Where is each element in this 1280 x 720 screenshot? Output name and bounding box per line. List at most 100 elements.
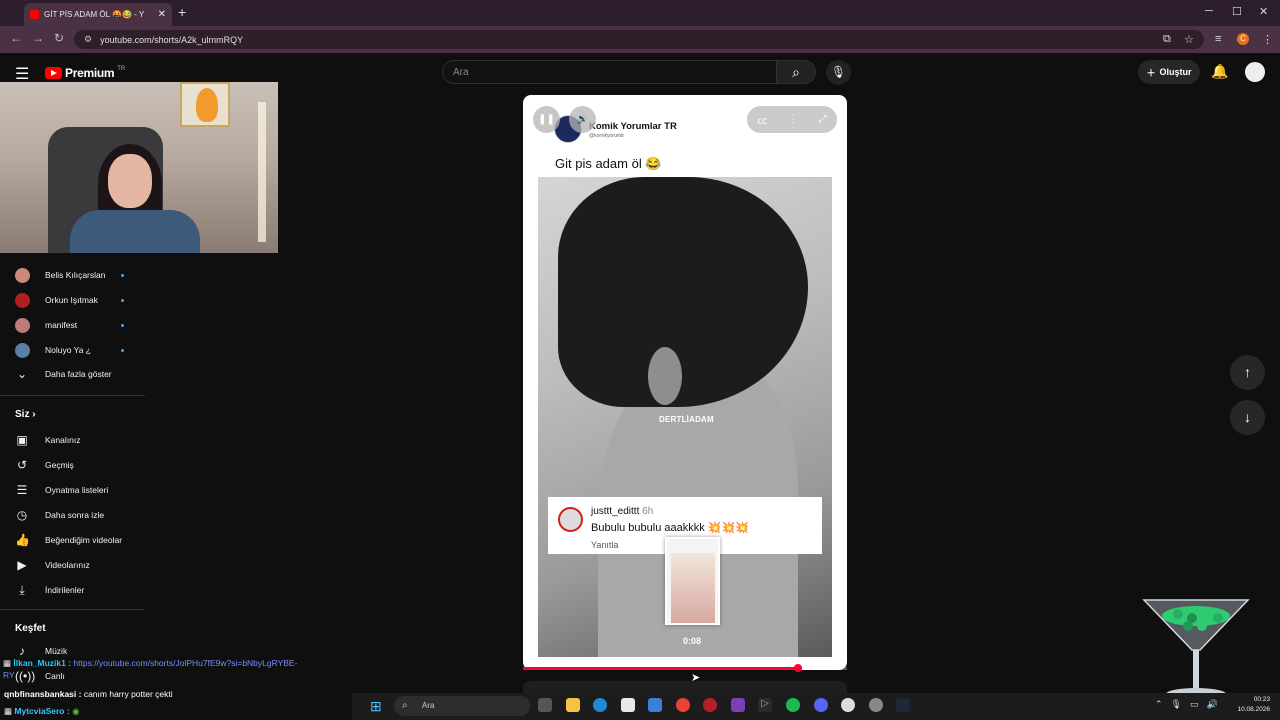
progress-bar[interactable] bbox=[523, 664, 847, 672]
browser-menu-icon[interactable]: ⋮ bbox=[1262, 33, 1273, 46]
pause-button[interactable]: ❚❚ bbox=[533, 106, 560, 133]
subscription-label: Noluyo Ya ¿ bbox=[45, 345, 91, 355]
streamer-shirt bbox=[70, 210, 200, 253]
video-subject-ear bbox=[648, 347, 682, 405]
fullscreen-icon[interactable]: ⤢ bbox=[819, 114, 827, 125]
history-icon: ↺ bbox=[16, 458, 28, 472]
taskbar-search[interactable]: ⌕ Ara bbox=[394, 696, 530, 716]
progress-scrubber[interactable] bbox=[794, 664, 803, 672]
address-bar[interactable]: ⚙ youtube.com/shorts/A2k_ulmmRQY bbox=[74, 30, 1204, 49]
you-section-heading[interactable]: Siz › bbox=[15, 409, 36, 420]
subscription-item[interactable]: Noluyo Ya ¿ bbox=[0, 339, 145, 361]
windows-start-icon[interactable]: ⊞ bbox=[370, 698, 382, 715]
subscription-item[interactable]: Orkun Işıtmak bbox=[0, 289, 145, 311]
chrome-icon[interactable] bbox=[676, 698, 690, 712]
hamburger-menu-icon[interactable]: ☰ bbox=[15, 64, 29, 84]
settings-app-icon[interactable] bbox=[869, 698, 883, 712]
music-icon: ♪ bbox=[19, 644, 25, 658]
thumbnail-image bbox=[671, 553, 715, 623]
sidebar-item-history[interactable]: ↺ Geçmiş bbox=[0, 455, 145, 477]
chat-username: İlkan_Muzik1 : bbox=[13, 658, 72, 668]
sidebar-item-your-videos[interactable]: ▶ Videolarınız bbox=[0, 555, 145, 577]
account-avatar[interactable] bbox=[1245, 62, 1265, 82]
extensions-icon[interactable]: ≡ bbox=[1215, 33, 1221, 45]
youtube-logo[interactable]: Premium TR bbox=[45, 66, 125, 80]
create-label: Oluştur bbox=[1159, 67, 1192, 77]
voice-search-button[interactable]: 🎙 bbox=[826, 60, 851, 85]
back-icon[interactable]: ← bbox=[10, 31, 22, 45]
duck-poster-image bbox=[196, 88, 218, 122]
taskbar-clock[interactable]: 00:23 10.08.2026 bbox=[1228, 695, 1270, 715]
live-icon: ((•)) bbox=[15, 669, 36, 683]
spotify-icon[interactable] bbox=[786, 698, 800, 712]
chevron-up-icon[interactable]: ⌃ bbox=[1155, 699, 1163, 710]
obs-icon[interactable] bbox=[841, 698, 855, 712]
channel-name[interactable]: Komik Yorumlar TR bbox=[589, 121, 677, 132]
search-input[interactable]: Ara bbox=[442, 60, 777, 84]
captions-icon[interactable]: ㏄ bbox=[757, 112, 767, 127]
chat-message: ▦ MytcviaSero : ◉ bbox=[4, 706, 79, 717]
chat-badge-icon: ▦ bbox=[4, 706, 13, 716]
terminal-icon[interactable]: ▷ bbox=[758, 698, 772, 712]
install-app-icon[interactable]: ⧉ bbox=[1163, 33, 1171, 46]
search-button[interactable]: ⌕ bbox=[776, 60, 816, 84]
next-short-button[interactable]: ↓ bbox=[1230, 400, 1265, 435]
forward-icon[interactable]: → bbox=[32, 31, 44, 45]
mail-icon[interactable] bbox=[648, 698, 662, 712]
microphone-icon[interactable]: 🎙 bbox=[1171, 699, 1182, 710]
subscription-item[interactable]: Belis Kılıçarslan bbox=[0, 264, 145, 286]
chat-message: ▦ İlkan_Muzik1 : https://youtube.com/sho… bbox=[3, 658, 297, 669]
plus-icon: ＋ bbox=[1146, 67, 1156, 78]
app-icon[interactable] bbox=[731, 698, 745, 712]
tab-title: GİT PİS ADAM ÖL 🤬😂 - Y bbox=[44, 10, 145, 19]
browser-profile-avatar[interactable]: C bbox=[1237, 33, 1249, 45]
site-info-icon[interactable]: ⚙ bbox=[84, 34, 92, 45]
more-options-icon[interactable]: ⋮ bbox=[788, 114, 798, 125]
reload-icon[interactable]: ↻ bbox=[54, 31, 64, 45]
sidebar-item-playlists[interactable]: ☰ Oynatma listeleri bbox=[0, 480, 145, 502]
player-controls-right: ㏄ ⋮ ⤢ bbox=[747, 106, 837, 133]
close-window-button[interactable]: ✕ bbox=[1259, 5, 1268, 18]
edge-browser-icon[interactable] bbox=[593, 698, 607, 712]
file-explorer-icon[interactable] bbox=[566, 698, 580, 712]
pause-icon: ❚❚ bbox=[538, 114, 555, 125]
discord-icon[interactable] bbox=[814, 698, 828, 712]
sidebar-item-channel[interactable]: ▣ Kanalınız bbox=[0, 430, 145, 452]
mic-icon: 🎙 bbox=[830, 65, 847, 79]
logo-region: TR bbox=[117, 66, 126, 72]
create-button[interactable]: ＋ Oluştur bbox=[1138, 60, 1200, 84]
video-subject-hair bbox=[558, 177, 808, 407]
next-short-peek bbox=[523, 681, 847, 693]
tab-close-icon[interactable]: ✕ bbox=[158, 9, 166, 20]
sidebar-divider bbox=[0, 395, 145, 396]
download-icon: ⤓ bbox=[19, 583, 25, 597]
volume-button[interactable]: 🔊 bbox=[569, 106, 596, 133]
clock-time: 00:23 bbox=[1253, 696, 1270, 703]
subscription-label: manifest bbox=[45, 320, 78, 330]
media-app-icon[interactable] bbox=[703, 698, 717, 712]
sidebar-item-label: Canlı bbox=[45, 671, 65, 681]
sidebar-item-liked[interactable]: 👍 Beğendiğim videolar bbox=[0, 530, 145, 552]
task-view-icon[interactable] bbox=[538, 698, 552, 712]
volume-icon[interactable]: 🔊 bbox=[1207, 699, 1218, 710]
store-icon[interactable] bbox=[621, 698, 635, 712]
minimize-button[interactable]: ─ bbox=[1205, 5, 1213, 17]
sidebar-item-watch-later[interactable]: ◷ Daha sonra izle bbox=[0, 505, 145, 527]
maximize-button[interactable]: ☐ bbox=[1232, 5, 1242, 18]
show-more-button[interactable]: ⌄ Daha fazla göster bbox=[0, 364, 145, 386]
subscription-item[interactable]: manifest bbox=[0, 314, 145, 336]
sidebar-item-downloads[interactable]: ⤓ İndirilenler bbox=[0, 580, 145, 602]
display-icon[interactable]: ▭ bbox=[1190, 699, 1199, 710]
steam-icon[interactable] bbox=[896, 698, 910, 712]
sidebar-item-label: Videolarınız bbox=[45, 560, 90, 570]
previous-short-button[interactable]: ↑ bbox=[1230, 355, 1265, 390]
sidebar-divider bbox=[0, 609, 145, 610]
channel-handle: @komikyorumtr bbox=[589, 133, 625, 139]
subscription-label: Belis Kılıçarslan bbox=[45, 270, 106, 280]
chat-username: qnbfinansbankasi : bbox=[4, 689, 82, 699]
bookmark-star-icon[interactable]: ☆ bbox=[1184, 33, 1194, 46]
browser-tab[interactable]: GİT PİS ADAM ÖL 🤬😂 - Y ✕ bbox=[24, 3, 172, 26]
sidebar-item-live[interactable]: ((•)) Canlı bbox=[0, 666, 145, 688]
notifications-bell-icon[interactable]: 🔔 bbox=[1211, 63, 1228, 80]
new-tab-button[interactable]: + bbox=[178, 4, 186, 20]
